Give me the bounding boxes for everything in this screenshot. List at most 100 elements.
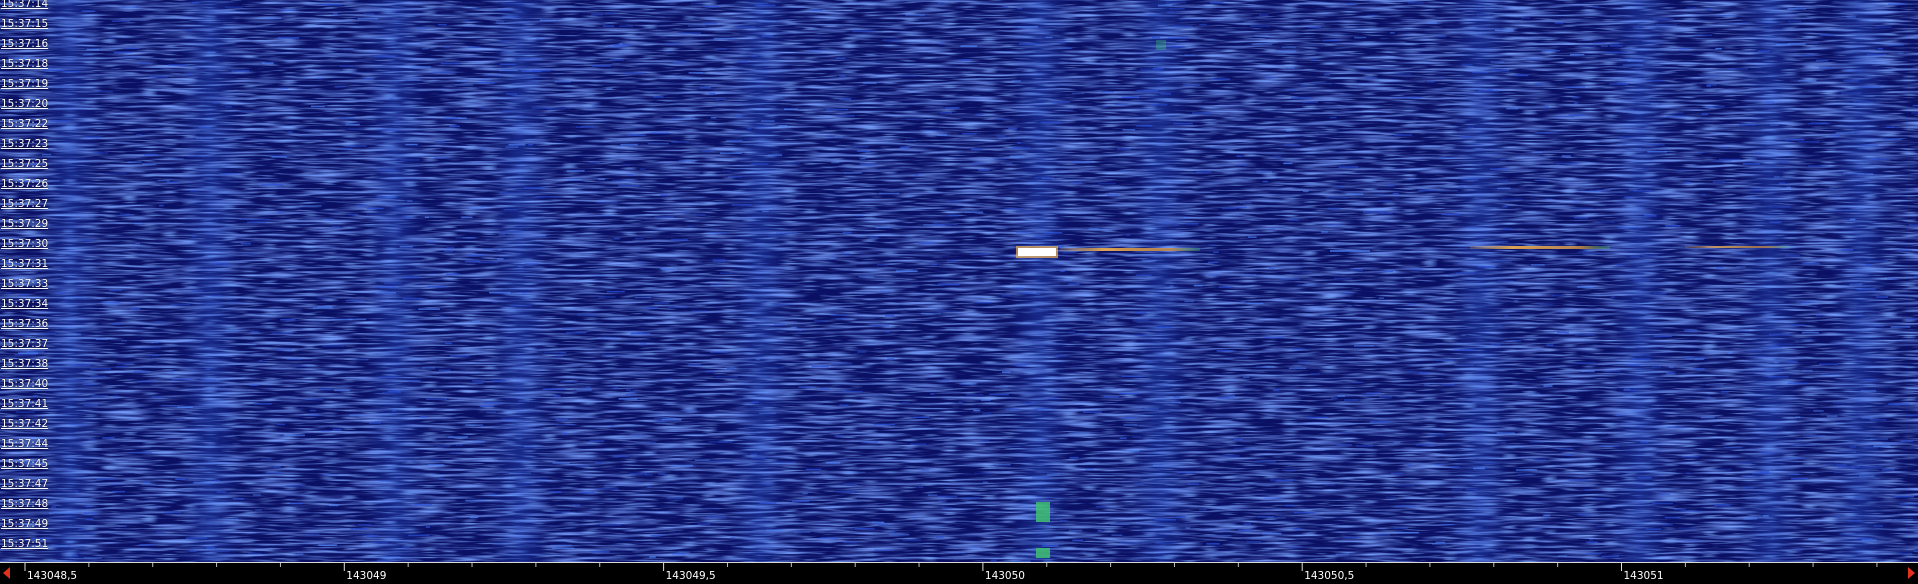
noise-dash [1247,302,1264,305]
noise-dash [1712,181,1726,183]
noise-dash [501,3,522,5]
noise-dash [227,301,243,303]
noise-dash [1841,249,1854,251]
noise-dash [859,157,865,160]
noise-dash [1816,59,1829,62]
noise-dash [1899,503,1918,505]
noise-dash [503,209,518,211]
left-arrow-icon[interactable] [3,567,10,579]
noise-dash [857,351,867,353]
noise-dash [1731,252,1746,255]
waterfall-display[interactable]: 15:37:14 15:37:15 15:37:16 15:37:18 15:37:19… [0,0,1918,562]
frequency-axis[interactable]: 143048,5 143049 143049,5 143050 143050,5 1430… [0,562,1918,584]
noise-dash [1382,270,1394,273]
noise-dash [1264,497,1284,499]
noise-dash [470,516,478,519]
noise-dash [1440,523,1454,526]
noise-dash [320,388,331,391]
noise-dash [607,45,627,48]
noise-dash [1517,473,1533,476]
noise-dash [159,204,164,207]
noise-dash [117,214,135,217]
noise-dash [233,498,244,500]
noise-dash [5,292,11,295]
noise-dash [1209,2,1224,4]
noise-dash [1292,348,1305,350]
waterfall-spectrogram[interactable] [0,0,1918,562]
noise-dash [1887,278,1898,280]
noise-dash [814,320,828,322]
noise-dash [1873,445,1891,447]
noise-dash [1631,354,1651,357]
noise-dash [885,331,890,333]
right-arrow-icon[interactable] [1908,567,1915,579]
noise-dash [1324,73,1330,76]
noise-dash [971,148,983,150]
noise-dash [1644,215,1657,217]
noise-dash [1024,402,1036,404]
noise-dash [1496,241,1509,243]
noise-band [180,0,240,562]
noise-dash [1770,124,1779,126]
noise-dash [361,542,368,545]
noise-dash [8,9,16,12]
noise-dash [501,418,515,420]
noise-dash [895,270,918,272]
noise-dash [1843,79,1860,82]
noise-dash [500,9,511,11]
noise-dash [1233,438,1243,441]
noise-dash [185,73,192,75]
noise-dash [1592,498,1610,500]
noise-dash [276,423,285,426]
noise-dash [630,332,651,335]
noise-dash [1619,58,1633,61]
noise-dash [1500,158,1506,161]
noise-dash [936,224,943,226]
noise-dash [225,330,239,332]
noise-dash [151,396,165,398]
noise-dash [1293,511,1315,514]
noise-dash [1282,469,1296,471]
noise-dash [1581,370,1595,373]
noise-dash [1045,476,1052,479]
noise-dash [407,79,421,81]
noise-dash [842,390,863,393]
noise-dash [762,210,769,213]
noise-dash [1760,471,1770,473]
noise-dash [297,553,304,555]
noise-dash [710,284,722,287]
noise-dash [730,537,735,539]
noise-dash [444,342,452,345]
noise-dash [677,551,691,553]
noise-dash [1048,397,1057,400]
noise-dash [1436,189,1458,192]
noise-dash [332,226,341,228]
noise-dash [974,472,992,475]
noise-dash [560,351,567,354]
noise-dash [205,368,211,371]
noise-dash [1785,361,1798,363]
noise-dash [764,482,772,485]
noise-dash [705,370,715,373]
noise-dash [1706,84,1717,86]
noise-dash [576,389,592,391]
noise-dash [465,424,484,426]
noise-dash [499,192,515,194]
noise-dash [1795,416,1801,419]
noise-dash [1705,8,1712,10]
noise-dash [1017,26,1039,28]
noise-dash [837,115,855,117]
noise-dash [1645,528,1662,530]
noise-dash [528,144,534,146]
noise-dash [90,368,111,370]
noise-dash [1156,326,1172,328]
noise-dash [774,461,796,463]
noise-dash [687,225,694,228]
noise-dash [1861,417,1873,419]
noise-dash [163,511,182,514]
noise-dash [918,242,936,245]
noise-dash [1535,83,1544,85]
noise-dash [1310,373,1320,375]
noise-dash [860,163,877,166]
noise-dash [32,395,39,397]
